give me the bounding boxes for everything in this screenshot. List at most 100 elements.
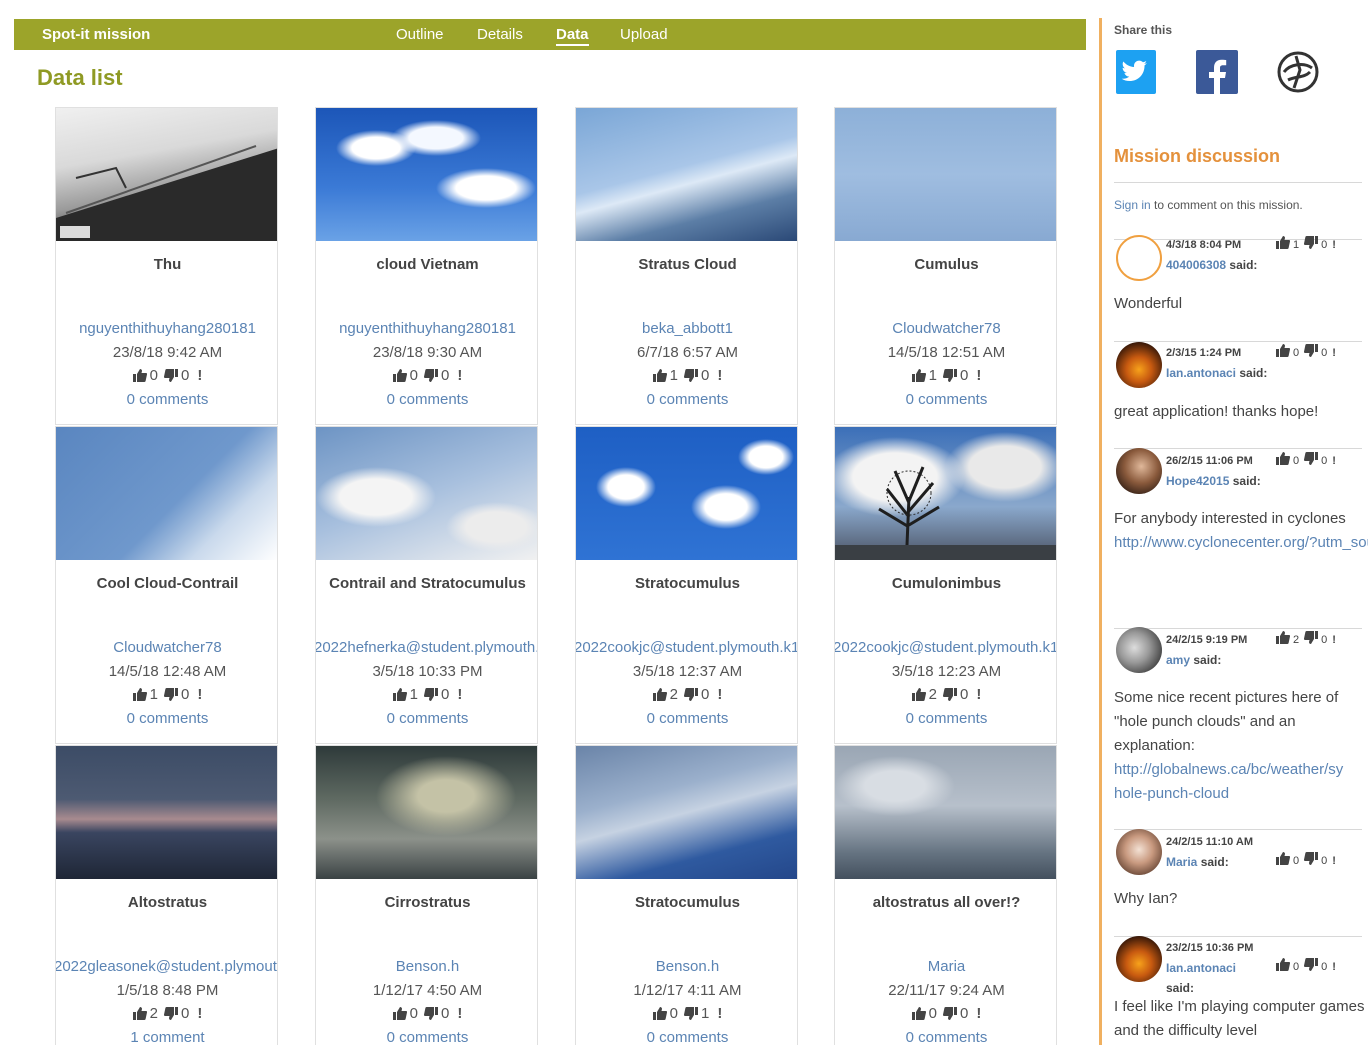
data-card[interactable]: Cirrostratus Benson.h 1/12/17 4:50 AM 0 0! 0 … — [315, 745, 538, 1045]
thumbs-up-icon[interactable] — [1276, 958, 1291, 974]
flag-icon[interactable]: ! — [457, 367, 462, 384]
flag-icon[interactable]: ! — [976, 686, 981, 703]
flag-icon[interactable]: ! — [717, 367, 722, 384]
thumbs-down-icon[interactable] — [163, 688, 178, 705]
thumbs-up-icon[interactable] — [392, 688, 407, 705]
card-username[interactable]: Cloudwatcher78 — [835, 320, 1056, 337]
data-card[interactable]: Cumulonimbus 2022cookjc@student.plymouth.… — [834, 426, 1057, 744]
thumbs-down-icon[interactable] — [942, 369, 957, 386]
card-username[interactable]: 2022hefnerka@student.plymouth.k — [316, 639, 537, 656]
data-card[interactable]: Cumulus Cloudwatcher78 14/5/18 12:51 AM 1 0!… — [834, 107, 1057, 425]
cloud-photo[interactable] — [835, 746, 1056, 879]
data-card[interactable]: Contrail and Stratocumulus 2022hefnerka@s… — [315, 426, 538, 744]
cloud-photo[interactable] — [576, 108, 797, 241]
card-comments-link[interactable]: 0 comments — [835, 1029, 1056, 1045]
facebook-icon[interactable] — [1196, 50, 1240, 96]
thumbs-down-icon[interactable] — [163, 1007, 178, 1024]
avatar[interactable] — [1116, 235, 1162, 281]
card-username[interactable]: Benson.h — [316, 958, 537, 975]
flag-icon[interactable]: ! — [457, 1005, 462, 1022]
thumbs-up-icon[interactable] — [652, 688, 667, 705]
cloud-photo[interactable] — [835, 427, 1056, 560]
flag-icon[interactable]: ! — [717, 686, 722, 703]
thumbs-down-icon[interactable] — [163, 369, 178, 386]
card-comments-link[interactable]: 0 comments — [576, 1029, 797, 1045]
card-comments-link[interactable]: 0 comments — [576, 391, 797, 408]
thumbs-down-icon[interactable] — [1304, 852, 1319, 868]
tab-details[interactable]: Details — [477, 26, 523, 43]
avatar[interactable] — [1116, 448, 1162, 494]
mission-title-link[interactable]: Spot-it mission — [42, 26, 150, 43]
thumbs-up-icon[interactable] — [652, 1007, 667, 1024]
flag-icon[interactable]: ! — [1332, 634, 1336, 646]
data-card[interactable]: cloud Vietnam nguyenthithuyhang280181 23/8… — [315, 107, 538, 425]
tab-data[interactable]: Data — [556, 26, 589, 46]
card-comments-link[interactable]: 0 comments — [835, 391, 1056, 408]
thumbs-down-icon[interactable] — [942, 688, 957, 705]
thumbs-up-icon[interactable] — [132, 369, 147, 386]
avatar[interactable] — [1116, 936, 1162, 982]
card-comments-link[interactable]: 0 comments — [835, 710, 1056, 727]
card-comments-link[interactable]: 1 comment — [56, 1029, 277, 1045]
thumbs-down-icon[interactable] — [683, 688, 698, 705]
thumbs-down-icon[interactable] — [423, 688, 438, 705]
thumbs-up-icon[interactable] — [1276, 344, 1291, 360]
flag-icon[interactable]: ! — [717, 1005, 722, 1022]
post-username[interactable]: Maria — [1166, 855, 1197, 869]
post-username[interactable]: 404006308 — [1166, 258, 1226, 272]
thumbs-up-icon[interactable] — [132, 1007, 147, 1024]
cloud-photo[interactable] — [835, 108, 1056, 241]
cloud-photo[interactable] — [316, 746, 537, 879]
thumbs-up-icon[interactable] — [132, 688, 147, 705]
thumbs-up-icon[interactable] — [911, 369, 926, 386]
card-comments-link[interactable]: 0 comments — [316, 1029, 537, 1045]
thumbs-up-icon[interactable] — [392, 1007, 407, 1024]
card-comments-link[interactable]: 0 comments — [56, 391, 277, 408]
flag-icon[interactable]: ! — [976, 367, 981, 384]
thumbs-down-icon[interactable] — [1304, 958, 1319, 974]
post-link[interactable]: hole-punch-cloud — [1114, 785, 1229, 802]
thumbs-up-icon[interactable] — [1276, 631, 1291, 647]
thumbs-down-icon[interactable] — [1304, 452, 1319, 468]
signin-link[interactable]: Sign in — [1114, 198, 1151, 212]
flag-icon[interactable]: ! — [457, 686, 462, 703]
cloud-photo[interactable] — [576, 427, 797, 560]
twitter-icon[interactable] — [1116, 50, 1160, 96]
thumbs-down-icon[interactable] — [1304, 236, 1319, 252]
card-username[interactable]: nguyenthithuyhang280181 — [56, 320, 277, 337]
flag-icon[interactable]: ! — [197, 1005, 202, 1022]
card-comments-link[interactable]: 0 comments — [56, 710, 277, 727]
tab-upload[interactable]: Upload — [620, 26, 668, 43]
post-username[interactable]: amy — [1166, 653, 1190, 667]
thumbs-down-icon[interactable] — [1304, 344, 1319, 360]
avatar[interactable] — [1116, 342, 1162, 388]
card-username[interactable]: 2022gleasonek@student.plymouth. — [56, 958, 277, 975]
data-card[interactable]: Stratocumulus 2022cookjc@student.plymouth… — [575, 426, 798, 744]
thumbs-up-icon[interactable] — [1276, 852, 1291, 868]
post-username[interactable]: Ian.antonaci — [1166, 366, 1236, 380]
thumbs-up-icon[interactable] — [911, 1007, 926, 1024]
flag-icon[interactable]: ! — [1332, 239, 1336, 251]
thumbs-up-icon[interactable] — [652, 369, 667, 386]
share-globe-icon[interactable] — [1276, 50, 1320, 96]
cloud-photo[interactable] — [576, 746, 797, 879]
data-card[interactable]: Altostratus 2022gleasonek@student.plymout… — [55, 745, 278, 1045]
card-username[interactable]: beka_abbott1 — [576, 320, 797, 337]
post-username[interactable]: Ian.antonaci — [1166, 961, 1236, 975]
post-link[interactable]: http://globalnews.ca/bc/weather/sy — [1114, 761, 1343, 778]
thumbs-up-icon[interactable] — [1276, 236, 1291, 252]
card-comments-link[interactable]: 0 comments — [576, 710, 797, 727]
cloud-photo[interactable] — [56, 108, 277, 241]
data-card[interactable]: Thu nguyenthithuyhang280181 23/8/18 9:42 A… — [55, 107, 278, 425]
thumbs-up-icon[interactable] — [1276, 452, 1291, 468]
cloud-photo[interactable] — [316, 427, 537, 560]
card-username[interactable]: 2022cookjc@student.plymouth.k12. — [835, 639, 1056, 656]
avatar[interactable] — [1116, 829, 1162, 875]
thumbs-down-icon[interactable] — [942, 1007, 957, 1024]
post-link[interactable]: http://www.cyclonecenter.org/?utm_source… — [1114, 534, 1368, 551]
post-username[interactable]: Hope42015 — [1166, 474, 1229, 488]
card-username[interactable]: Cloudwatcher78 — [56, 639, 277, 656]
flag-icon[interactable]: ! — [1332, 455, 1336, 467]
data-card[interactable]: Stratus Cloud beka_abbott1 6/7/18 6:57 AM 1… — [575, 107, 798, 425]
thumbs-down-icon[interactable] — [423, 369, 438, 386]
